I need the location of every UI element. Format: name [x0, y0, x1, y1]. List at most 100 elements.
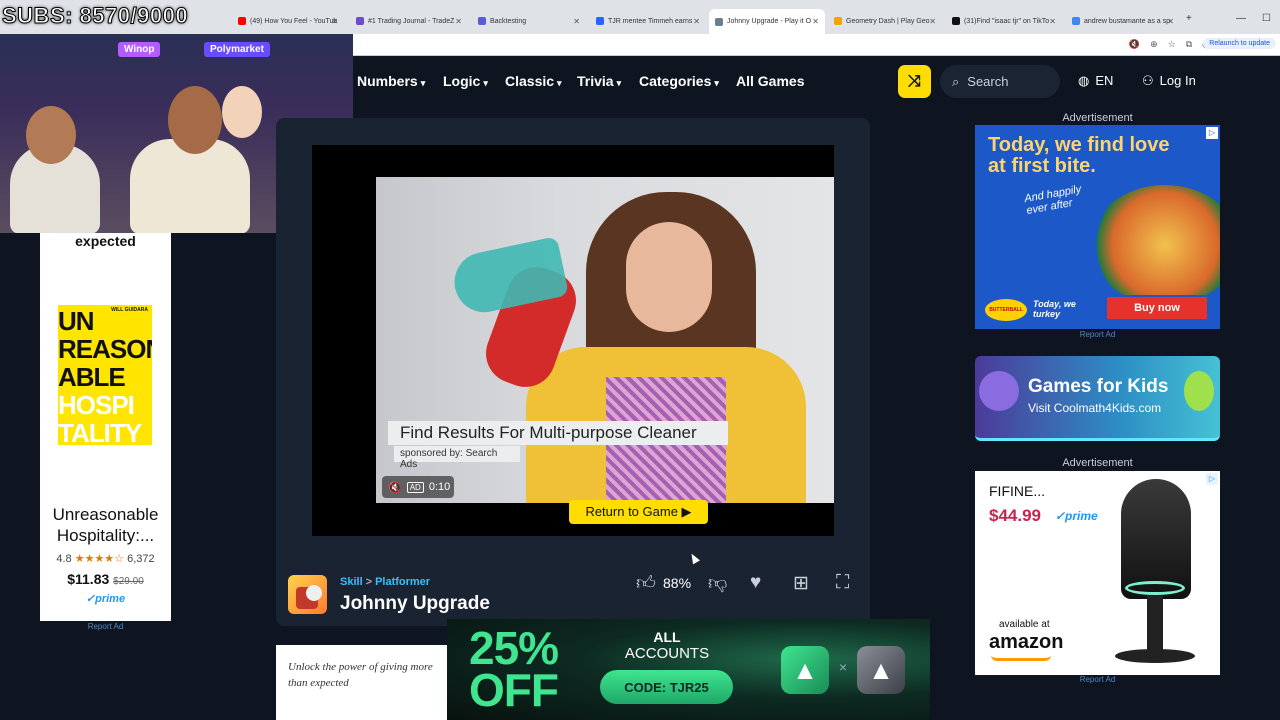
language-selector[interactable]: ◍ EN: [1078, 73, 1113, 89]
globe-icon: ◍: [1078, 73, 1090, 88]
close-tab-icon[interactable]: ✕: [573, 17, 580, 26]
food-plate-image: [1090, 185, 1220, 305]
report-ad-link[interactable]: Report Ad: [975, 330, 1220, 339]
youtube-icon: [238, 17, 246, 25]
mute-icon[interactable]: 🔇: [388, 481, 402, 494]
backtesting-icon: [478, 17, 486, 25]
thumbs-down-icon[interactable]: 👎︎: [708, 572, 727, 595]
close-tab-icon[interactable]: ✕: [929, 17, 936, 26]
microphone-base: [1115, 649, 1195, 663]
minimize-icon[interactable]: —: [1236, 13, 1246, 24]
butterball-ad[interactable]: Today, we find love at first bite. And h…: [975, 125, 1220, 329]
close-tab-icon[interactable]: ✕: [1049, 17, 1056, 26]
promo-overlay: 25% OFF ALL ACCOUNTS CODE: TJR25 ▲ × ▲: [447, 619, 930, 720]
thumbnail-fan: [306, 585, 322, 601]
kids-banner-title: Games for Kids: [1028, 376, 1169, 397]
butterball-logo: BUTTERBALL: [985, 299, 1027, 321]
product-price: $44.99: [989, 506, 1041, 525]
breadcrumb: Skill > Platformer: [340, 576, 431, 588]
ad-badge: AD: [406, 481, 424, 493]
browser-tab[interactable]: Geometry Dash | Play Geo ✕: [828, 11, 942, 31]
browser-tab[interactable]: (49) How You Feel - YouTub ✕: [232, 11, 344, 31]
amazon-smile-icon: [991, 655, 1051, 661]
browser-tab[interactable]: (31)Find "isaac tjr" on TikTo ✕: [946, 11, 1062, 31]
browser-tab-active[interactable]: Johnny Upgrade - Play it O ✕: [709, 9, 825, 34]
search-input[interactable]: ⌕ Search: [940, 65, 1060, 98]
times-symbol: ×: [839, 659, 848, 675]
close-tab-icon[interactable]: ✕: [331, 17, 338, 26]
star-rating-icon: ★★★★☆: [74, 553, 125, 565]
close-tab-icon[interactable]: ✕: [1167, 17, 1174, 26]
maximize-icon[interactable]: ☐: [1262, 13, 1271, 24]
browser-tab-bar: (49) How You Feel - YouTub ✕ #1 Trading J…: [0, 0, 1280, 34]
book-title[interactable]: Unreasonable Hospitality:...: [40, 504, 171, 546]
product-brand: FIFINE...: [989, 483, 1045, 499]
winop-sign: Winop: [118, 42, 161, 57]
tiktok-icon: [952, 17, 960, 25]
add-to-playlist-icon[interactable]: ⊞: [793, 572, 809, 595]
mute-icon[interactable]: 🔇: [1129, 39, 1140, 50]
browser-tab[interactable]: TJR mentee Timmeh earns ✕: [590, 11, 706, 31]
guest-head: [222, 86, 262, 138]
nav-numbers[interactable]: Numbers ▾: [357, 73, 425, 89]
game-thumbnail[interactable]: [288, 575, 327, 614]
extensions-icon[interactable]: ⧉: [1186, 39, 1192, 50]
ad-headline: Today, we find love at first bite.: [988, 134, 1170, 177]
chevron-down-icon: ▾: [420, 78, 426, 88]
report-ad-link[interactable]: Report Ad: [975, 675, 1220, 684]
new-tab-icon[interactable]: +: [1186, 13, 1192, 24]
fullscreen-icon[interactable]: ⛶: [836, 572, 849, 594]
nav-all-games[interactable]: All Games: [736, 73, 804, 89]
prime-badge: ✓prime: [85, 593, 126, 605]
adchoices-icon[interactable]: ▷: [1206, 127, 1218, 139]
bookmark-star-icon[interactable]: ☆: [1168, 39, 1176, 50]
zoom-icon[interactable]: ⊕: [1150, 39, 1158, 50]
game-title: Johnny Upgrade: [340, 593, 490, 614]
left-book-ad[interactable]: expected UN REASON ABLE HOSPI TALITY WIL…: [40, 233, 171, 621]
discount-percent: 25% OFF: [469, 622, 559, 716]
chevron-down-icon: ▾: [714, 78, 719, 88]
coolmath4kids-banner[interactable]: Games for Kids Visit Coolmath4Kids.com: [975, 356, 1220, 441]
bottom-text-ad[interactable]: Unlock the power of giving more than exp…: [276, 645, 448, 720]
breadcrumb-skill[interactable]: Skill: [340, 576, 363, 588]
thumbs-up-icon[interactable]: 👍︎: [636, 572, 656, 595]
kids-banner-subtitle: Visit Coolmath4Kids.com: [1028, 401, 1162, 415]
ad-timer: 0:10: [428, 481, 451, 493]
report-ad-link[interactable]: Report Ad: [40, 622, 171, 631]
relaunch-button[interactable]: Relaunch to update: [1203, 38, 1276, 49]
ad-subline: And happily ever after: [1023, 183, 1083, 217]
adchoices-icon[interactable]: ▷: [1206, 473, 1218, 485]
chevron-down-icon: ▾: [483, 78, 488, 88]
browser-tab[interactable]: #1 Trading Journal - TradeZ ✕: [350, 11, 468, 31]
bottom-ad-text: Unlock the power of giving more than exp…: [288, 661, 433, 689]
browser-tab[interactable]: Backtesting ✕: [472, 11, 586, 31]
close-tab-icon[interactable]: ✕: [693, 17, 700, 26]
subs-counter: SUBS: 8570/9000: [1, 3, 189, 29]
nav-categories[interactable]: Categories ▾: [639, 73, 719, 89]
browser-tab[interactable]: andrew bustamante as a sp ✕: [1066, 11, 1180, 31]
breadcrumb-platformer[interactable]: Platformer: [375, 576, 430, 588]
ad-controls: 🔇 AD 0:10: [382, 476, 454, 498]
login-button[interactable]: ⚇ Log In: [1142, 73, 1196, 89]
chevron-down-icon: ▾: [616, 78, 622, 88]
address-bar-actions: 🔇 ⊕ ☆ ⧉ ◉: [1129, 39, 1210, 50]
close-tab-icon[interactable]: ✕: [812, 17, 819, 26]
available-at-text: available at: [999, 619, 1050, 630]
book-price: $11.83 $29.00: [67, 571, 144, 587]
heart-icon[interactable]: ♥: [750, 572, 761, 594]
close-tab-icon[interactable]: ✕: [455, 17, 462, 26]
return-to-game-button[interactable]: Return to Game ▶: [569, 500, 708, 524]
random-game-button[interactable]: ⤨: [898, 65, 931, 98]
nav-logic[interactable]: Logic ▾: [443, 73, 488, 89]
prime-badge: ✓prime: [1055, 509, 1098, 523]
ad-headline[interactable]: Find Results For Multi-purpose Cleaner: [388, 421, 728, 445]
nav-trivia[interactable]: Trivia ▾: [577, 73, 621, 89]
book-cover-image[interactable]: UN REASON ABLE HOSPI TALITY WILL GUIDARA: [58, 305, 152, 445]
polymarket-sign: Polymarket: [204, 42, 270, 57]
nav-classic[interactable]: Classic ▾: [505, 73, 562, 89]
streamer-head: [26, 106, 76, 164]
buy-now-button[interactable]: Buy now: [1107, 297, 1207, 319]
fifine-mic-ad[interactable]: FIFINE... $44.99 ✓prime available at ama…: [975, 471, 1220, 675]
prop-firm-logo-icon: ▲: [781, 646, 829, 694]
book-rating: 4.8 ★★★★☆ 6,372: [56, 553, 155, 565]
